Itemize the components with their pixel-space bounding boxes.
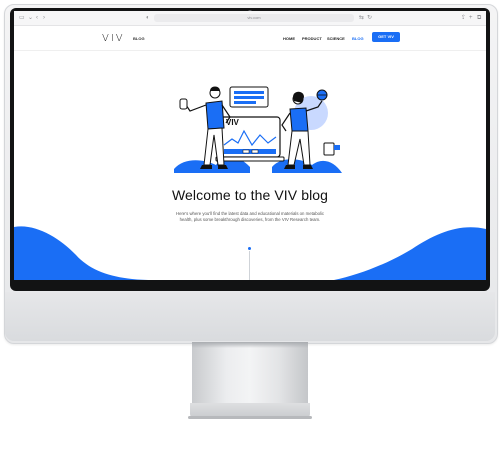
nav-product[interactable]: PRODUCT	[302, 36, 322, 41]
sidebar-icon[interactable]: ▭	[19, 11, 25, 25]
site-logo[interactable]: VIV	[102, 33, 125, 44]
scroll-indicator-line	[249, 251, 250, 280]
stand-shadow	[192, 342, 308, 348]
back-icon[interactable]: ‹	[36, 11, 38, 25]
monitor-stand-neck	[192, 342, 308, 404]
forward-icon[interactable]: ›	[43, 11, 45, 25]
nav-science[interactable]: SCIENCE	[327, 36, 345, 41]
tabs-overview-icon[interactable]: ⧉	[477, 11, 481, 25]
nav-home[interactable]: HOME	[283, 36, 295, 41]
share-icon[interactable]: ⇪	[461, 11, 466, 25]
screen: ▭ ⌄ ‹ › ◐ viv.com ⇆ ↻ ⇪ + ⧉ VIV BLOG HOM…	[14, 11, 486, 280]
get-viv-button[interactable]: GET VIV	[372, 32, 400, 42]
new-tab-icon[interactable]: +	[469, 11, 473, 25]
logo-sub-label: BLOG	[133, 36, 145, 41]
address-bar[interactable]: viv.com	[154, 14, 354, 22]
scroll-indicator-dot	[248, 247, 251, 250]
translate-icon[interactable]: ⇆	[359, 11, 364, 25]
monitor-chin	[5, 292, 495, 341]
privacy-shield-icon[interactable]: ◐	[146, 11, 150, 25]
url-text: viv.com	[247, 15, 261, 20]
nav-blog[interactable]: BLOG	[352, 36, 364, 41]
header-divider	[14, 50, 486, 51]
stand-foot-edge	[188, 416, 312, 419]
page-title: Welcome to the VIV blog	[171, 187, 329, 203]
chevron-down-icon[interactable]: ⌄	[28, 11, 33, 25]
hero-illustration: VIV	[174, 86, 342, 173]
reload-icon[interactable]: ↻	[367, 11, 372, 25]
browser-toolbar: ▭ ⌄ ‹ › ◐ viv.com ⇆ ↻ ⇪ + ⧉	[14, 11, 486, 26]
